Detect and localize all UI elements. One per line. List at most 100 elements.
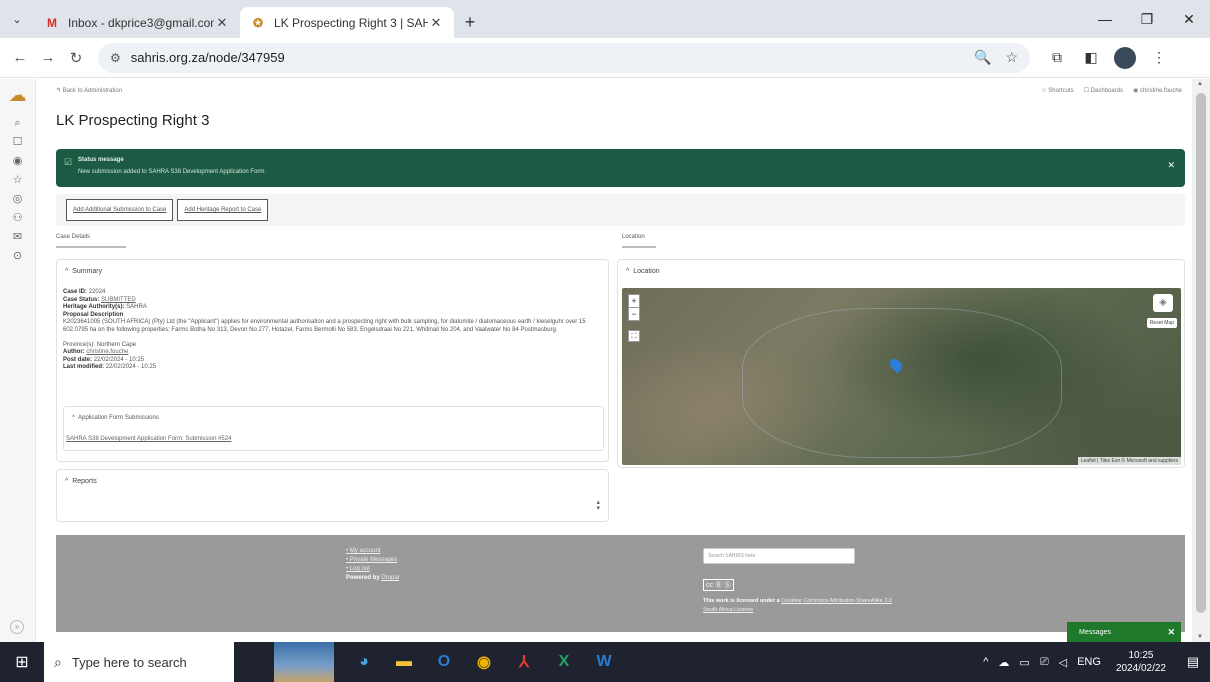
summary-toggle[interactable]: ^ Summary <box>65 268 102 275</box>
minimize-icon[interactable]: — <box>1084 0 1126 38</box>
notifications-icon[interactable]: ▤ <box>1176 654 1210 670</box>
widget-icon[interactable]: ◕ <box>344 642 384 682</box>
footer-search-input[interactable]: Search SAHRIS here <box>703 548 855 564</box>
case-id: 22024 <box>88 289 106 295</box>
my-account-link[interactable]: My account <box>346 547 399 556</box>
language-indicator[interactable]: ENG <box>1077 656 1101 668</box>
back-to-admin-link[interactable]: ↰ Back to Administration <box>56 87 122 94</box>
messages-icon[interactable]: ✉ <box>0 228 35 247</box>
location-toggle[interactable]: ^ Location <box>626 268 660 275</box>
submission-link[interactable]: SAHRA S38 Development Application Form: … <box>66 436 231 442</box>
new-tab-button[interactable]: + <box>454 7 486 38</box>
bookmark-star-icon[interactable]: ☆ <box>1005 49 1018 66</box>
submissions-toggle[interactable]: ^ Application Form Submissions <box>72 415 159 421</box>
back-icon[interactable]: ← <box>6 49 34 66</box>
extensions-icon[interactable]: ⧉ <box>1040 49 1074 66</box>
creative-commons-badge[interactable]: cc Ⓑ Ⓢ <box>703 579 734 591</box>
scroll-down-icon[interactable]: ▼ <box>1197 634 1203 640</box>
network-icon[interactable]: ⎚ <box>1040 656 1049 669</box>
reload-icon[interactable]: ↻ <box>62 49 90 67</box>
scroll-up-icon[interactable]: ▲ <box>1197 81 1203 87</box>
profile-avatar[interactable] <box>1114 46 1136 69</box>
submissions-card: ^ Application Form Submissions SAHRA S38… <box>63 406 604 451</box>
search-icon[interactable]: ⌕ <box>0 114 35 133</box>
tab-sahris[interactable]: ✪ LK Prospecting Right 3 | SAHRI ✕ <box>240 7 454 38</box>
scroll-thumb[interactable] <box>1196 93 1206 613</box>
messages-bar[interactable]: Messages ✕ <box>1067 622 1181 642</box>
status-text: New submission added to SAHRA S38 Develo… <box>78 169 267 175</box>
help-icon[interactable]: ⊙ <box>0 247 35 266</box>
chevron-up-icon[interactable]: ^ <box>983 656 988 668</box>
excel-icon[interactable]: X <box>544 642 584 682</box>
acrobat-icon[interactable]: ⅄ <box>504 642 544 682</box>
content-icon[interactable]: ☐ <box>0 133 35 152</box>
drupal-link[interactable]: Drupal <box>381 575 399 581</box>
windows-start-icon[interactable]: ⊞ <box>0 642 44 682</box>
reports-scroll-handle[interactable]: ▴ ▾ <box>596 499 600 512</box>
collapse-toolbar-icon[interactable]: » <box>10 620 24 634</box>
clock[interactable]: 10:25 2024/02/22 <box>1116 649 1166 675</box>
browser-tab-bar: ⌄ M Inbox - dkprice3@gmail.com - ✕ ✪ LK … <box>0 0 1210 38</box>
address-bar: ← → ↻ ⚙ sahris.org.za/node/347959 🔍 ☆ ⧉ … <box>0 38 1210 78</box>
battery-icon[interactable]: ▭ <box>1019 656 1029 669</box>
volume-icon[interactable]: ◁ <box>1059 656 1067 669</box>
user-link[interactable]: ◉ christine.fouche <box>1133 87 1182 94</box>
word-icon[interactable]: W <box>584 642 624 682</box>
log-out-link[interactable]: Log out <box>346 565 399 574</box>
page-scrollbar[interactable]: ▲ ▼ <box>1192 79 1210 642</box>
site-footer: My account Private Messages Log out Powe… <box>56 535 1185 632</box>
case-status-link[interactable]: SUBMITTED <box>101 297 136 303</box>
tab-location[interactable]: Location <box>622 234 656 248</box>
zoom-in-button[interactable]: + <box>629 295 639 307</box>
url-omnibox[interactable]: ⚙ sahris.org.za/node/347959 🔍 ☆ <box>98 42 1030 73</box>
add-heritage-report-button[interactable]: Add Heritage Report to Case <box>177 199 269 221</box>
page-title: LK Prospecting Right 3 <box>56 112 210 129</box>
onedrive-icon[interactable]: ☁ <box>998 656 1009 669</box>
close-icon[interactable]: ✕ <box>1167 160 1175 171</box>
site-info-icon[interactable]: ⚙ <box>110 51 121 65</box>
url-text[interactable]: sahris.org.za/node/347959 <box>131 50 960 65</box>
search-icon: ⌕ <box>54 653 62 670</box>
structure-icon[interactable]: ◉ <box>0 152 35 171</box>
shortcuts-link[interactable]: ☆ Shortcuts <box>1041 87 1073 94</box>
author-link[interactable]: christine.fouche <box>86 349 128 355</box>
admin-toolbar: ☁ ⌕ ☐ ◉ ☆ ◎ ⚇ ✉ ⊙ » <box>0 79 36 642</box>
chrome-icon[interactable]: ◉ <box>464 642 504 682</box>
sahris-icon: ✪ <box>252 15 264 30</box>
zoom-out-button[interactable]: − <box>629 307 639 320</box>
outlook-icon[interactable]: O <box>424 642 464 682</box>
tab-case-details[interactable]: Case Details <box>56 234 126 248</box>
map[interactable]: + − ⛶ ◈ Reset Map Leaflet | Tiles Esri ©… <box>622 288 1181 465</box>
summary-body: Case ID: 22024 Case Status: SUBMITTED He… <box>63 289 603 372</box>
tab-search-icon[interactable]: ⌄ <box>0 0 34 38</box>
fullscreen-icon[interactable]: ⛶ <box>628 330 640 342</box>
summary-card: ^ Summary Case ID: 22024 Case Status: SU… <box>56 259 609 462</box>
dashboards-link[interactable]: ☐ Dashboards <box>1084 87 1123 94</box>
appearance-icon[interactable]: ☆ <box>0 171 35 190</box>
search-highlight-image[interactable] <box>274 642 334 682</box>
close-tab-icon[interactable]: ✕ <box>214 15 230 31</box>
close-window-icon[interactable]: ✕ <box>1168 0 1210 38</box>
taskbar-search-input[interactable]: ⌕ Type here to search <box>44 642 234 682</box>
tab-title: Inbox - dkprice3@gmail.com - <box>68 15 214 30</box>
forward-icon[interactable]: → <box>34 49 62 66</box>
layers-icon[interactable]: ◈ <box>1153 294 1173 312</box>
drupal-logo-icon[interactable]: ☁ <box>0 85 35 106</box>
tab-gmail[interactable]: M Inbox - dkprice3@gmail.com - ✕ <box>34 7 240 38</box>
close-icon[interactable]: ✕ <box>1167 627 1175 638</box>
extend-icon[interactable]: ◎ <box>0 190 35 209</box>
add-submission-button[interactable]: Add Additional Submission to Case <box>66 199 174 221</box>
reset-map-button[interactable]: Reset Map <box>1146 318 1177 328</box>
zoom-icon[interactable]: 🔍 <box>974 49 991 66</box>
close-tab-icon[interactable]: ✕ <box>428 15 444 31</box>
system-tray: ^ ☁ ▭ ⎚ ◁ ENG 10:25 2024/02/22 ▤ <box>978 642 1210 682</box>
file-explorer-icon[interactable]: ▬ <box>384 642 424 682</box>
people-icon[interactable]: ⚇ <box>0 209 35 228</box>
side-panel-icon[interactable]: ◧ <box>1074 49 1108 66</box>
restore-icon[interactable]: ❐ <box>1126 0 1168 38</box>
reports-toggle[interactable]: ^ Reports <box>65 478 97 485</box>
more-menu-icon[interactable]: ⋮ <box>1142 49 1176 66</box>
top-links: ☆ Shortcuts ☐ Dashboards ◉ christine.fou… <box>1041 87 1182 94</box>
heritage-authority: SAHRA <box>126 304 147 311</box>
private-messages-link[interactable]: Private Messages <box>346 556 399 565</box>
